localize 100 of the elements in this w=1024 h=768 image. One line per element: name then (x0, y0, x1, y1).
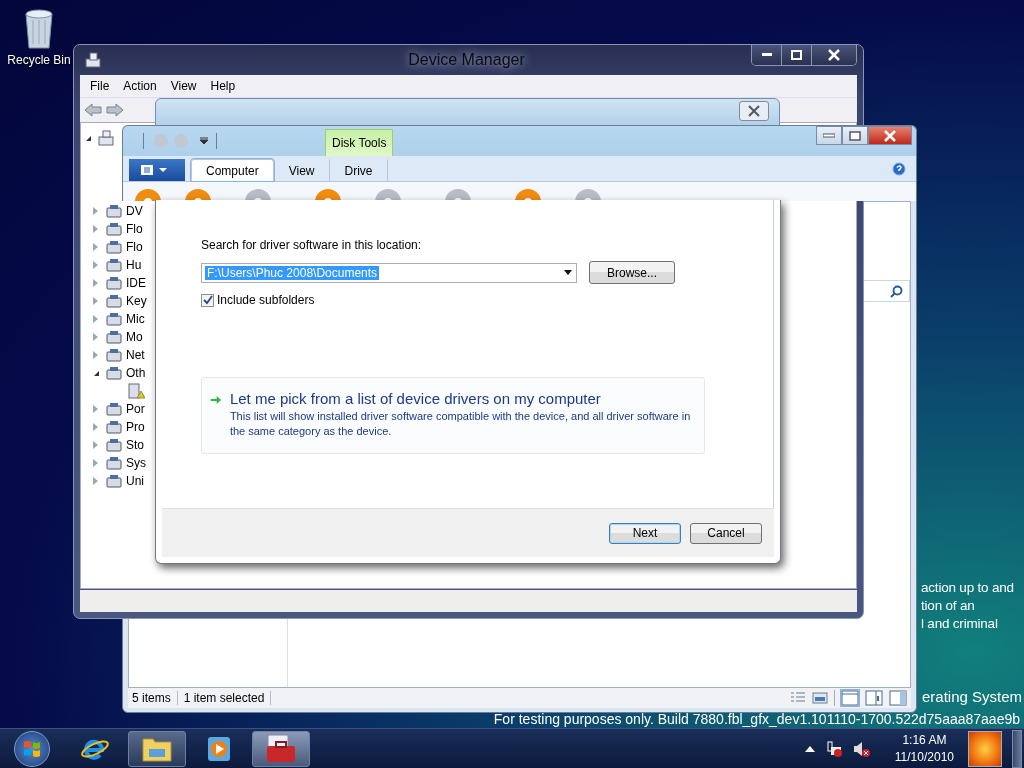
tree-item[interactable]: DV (126, 204, 143, 218)
show-desktop-button[interactable] (1012, 729, 1022, 768)
window-title: Device Manager (407, 51, 526, 69)
volume-muted-icon[interactable] (852, 739, 871, 758)
tree-item[interactable]: Oth (126, 366, 146, 380)
device-icon (105, 455, 123, 471)
minimize-icon (761, 53, 772, 57)
show-hidden-icons-icon[interactable] (804, 745, 815, 752)
device-icon (105, 275, 123, 291)
close-button[interactable] (739, 101, 769, 121)
device-icon (105, 329, 123, 345)
tree-item[interactable]: Flo (126, 222, 143, 236)
maximize-icon (791, 50, 802, 60)
device-icon (105, 203, 123, 219)
minimize-icon (823, 133, 835, 138)
close-icon (828, 49, 840, 61)
search-location-label: Search for driver software in this location: (201, 238, 422, 252)
network-error-icon[interactable] (824, 739, 843, 758)
tree-item[interactable]: Uni (126, 474, 144, 488)
help-icon[interactable] (892, 161, 906, 176)
computer-icon (97, 130, 115, 146)
tree-item[interactable]: Hu (126, 258, 142, 272)
expand-arrow-icon[interactable] (85, 134, 90, 142)
desktop-edition-text: erating System (922, 688, 1023, 706)
minimize-button[interactable] (752, 45, 782, 65)
media-player-icon (206, 734, 232, 763)
next-button[interactable]: Next (609, 522, 681, 544)
tree-item[interactable]: Flo (126, 240, 143, 254)
expand-arrow-icon[interactable] (93, 369, 98, 377)
menu-item[interactable]: File (90, 79, 110, 93)
menu-item[interactable]: Help (210, 79, 236, 93)
device-icon (105, 437, 123, 453)
clock[interactable]: 1:16 AM 11/10/2010 (894, 731, 954, 766)
contextual-tab-label[interactable]: Disk Tools (325, 129, 394, 156)
desktop-notice-text: action up to and (921, 579, 1014, 597)
thumbnail-view-icon[interactable] (812, 691, 828, 705)
menu-item[interactable]: View (170, 79, 197, 93)
close-icon (748, 105, 760, 117)
pick-driver-option[interactable]: Let me pick from a list of device drivers on my computer This list will show installed driver software compatible with the device, and all driver software in the same category as the device. (201, 377, 705, 454)
tree-item[interactable]: IDE (126, 276, 146, 290)
close-button[interactable] (868, 126, 912, 145)
search-icon (890, 284, 903, 298)
maximize-button[interactable] (782, 45, 812, 65)
pick-driver-description: This list will show installed driver software compatible with the device, and all driver software in the same category as the device. (229, 409, 692, 439)
device-icon (105, 419, 123, 435)
menu-item[interactable]: Action (123, 79, 157, 93)
tree-item[interactable]: Pro (126, 420, 145, 434)
device-manager-icon (84, 51, 102, 69)
device-icon (105, 473, 123, 489)
toolbox-icon (264, 733, 298, 764)
pick-driver-link[interactable]: Let me pick from a list of device drivers on my computer (229, 390, 694, 407)
device-icon (105, 221, 123, 237)
device-icon (105, 347, 123, 363)
tree-item[interactable]: Key (126, 294, 147, 308)
browse-button[interactable]: Browse... (589, 261, 675, 284)
tree-item[interactable]: Sys (126, 456, 146, 470)
desktop-notice-text: tion of an (921, 597, 975, 615)
device-icon (105, 257, 123, 273)
desktop-notice-text: l and criminal (921, 615, 998, 633)
taskbar-button[interactable] (252, 730, 310, 767)
cancel-button[interactable]: Cancel (690, 522, 762, 544)
device-icon (105, 293, 123, 309)
ribbon-tab[interactable]: Computer (191, 159, 274, 181)
status-text: 5 items (132, 691, 178, 705)
device-icon (105, 365, 123, 381)
location-value: F:\Users\Phuc 2008\Documents (205, 265, 380, 280)
preview-pane-icon[interactable] (889, 690, 907, 706)
tree-item[interactable]: Por (126, 402, 145, 416)
close-icon (884, 129, 896, 142)
desktop-build-text: For testing purposes only. Build 7880.fbl_gfx_dev1.101110-1700.522d75aaa87aae9b (493, 711, 1020, 727)
clock-date: 11/10/2010 (894, 748, 954, 766)
device-icon (105, 311, 123, 327)
device-icon (105, 401, 123, 417)
taskbar-button[interactable] (128, 730, 186, 767)
tree-item[interactable]: Sto (126, 438, 144, 452)
maximize-icon (849, 130, 861, 141)
pane-layout-icon[interactable] (841, 690, 859, 706)
menu-icon (140, 164, 170, 176)
dropdown-arrow-icon[interactable] (564, 270, 572, 275)
device-icon (105, 239, 123, 255)
search-field[interactable] (862, 280, 910, 302)
tree-item[interactable]: Net (126, 348, 145, 362)
warning-device-icon[interactable] (127, 383, 145, 399)
desktop-icon-label[interactable]: Recycle Bin (7, 53, 71, 67)
tree-item[interactable]: Mo (126, 330, 143, 344)
tree-item[interactable]: Mic (126, 312, 145, 326)
forward-arrow-icon[interactable] (106, 103, 124, 117)
ribbon-tab[interactable]: Drive (329, 159, 388, 181)
clock-time: 1:16 AM (902, 731, 947, 749)
ribbon-tab[interactable]: View (273, 159, 330, 181)
details-pane-icon[interactable] (865, 690, 883, 706)
app-menu-button[interactable] (129, 159, 185, 181)
status-text: 1 item selected (183, 691, 272, 705)
start-button[interactable] (14, 730, 50, 767)
checkbox[interactable] (201, 293, 214, 307)
wallpaper-thumbnail[interactable] (968, 730, 1002, 767)
dropdown-icon[interactable] (200, 137, 208, 145)
close-button[interactable] (812, 45, 856, 65)
checkbox-label[interactable]: Include subfolders (217, 293, 315, 307)
back-arrow-icon[interactable] (84, 103, 102, 117)
